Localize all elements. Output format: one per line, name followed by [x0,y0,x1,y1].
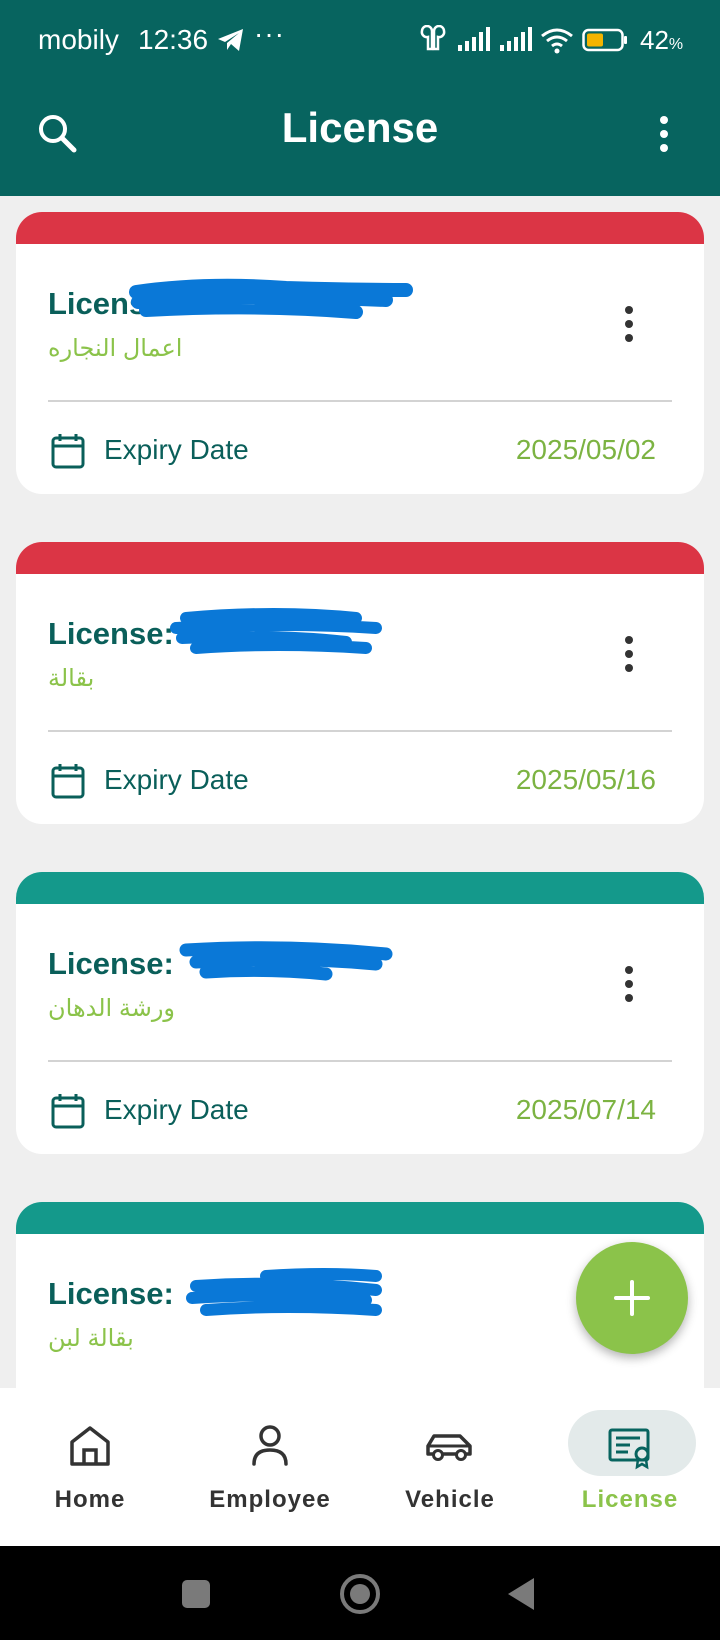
expiry-label: Expiry Date [104,764,249,795]
calendar-icon [51,764,85,799]
telegram-icon [218,29,243,51]
card-menu-icon[interactable] [614,960,644,1008]
signal-icon [458,27,490,51]
divider [48,400,672,402]
nav-label: Home [54,1486,126,1513]
nav-item-employee[interactable]: Employee [180,1388,360,1546]
expiry-date: 2025/05/16 [515,764,656,795]
earbuds-icon [420,25,446,51]
expiry-date: 2025/07/14 [515,1094,656,1125]
bottom-navigation: Home Employee Vehicle License [0,1388,720,1546]
license-activity: بقالة [48,665,95,692]
system-navigation-bar [0,1546,720,1640]
nav-label: Employee [209,1486,331,1513]
home-icon [70,1426,110,1466]
divider [48,1060,672,1062]
app-bar: License [0,80,720,196]
license-card[interactable]: License: ورشة الدهان Expiry Date 2025/07… [16,872,704,1154]
redaction-scribble [129,278,413,319]
license-activity: ورشة الدهان [48,995,175,1022]
recents-button[interactable] [182,1580,210,1608]
carrier-name: mobily [38,24,119,55]
home-button[interactable] [340,1574,380,1614]
add-license-button[interactable] [576,1242,688,1354]
redaction-scribble [179,941,393,981]
license-activity: اعمال النجاره [48,335,183,362]
status-bar: mobily 12:36 ··· 42% [0,0,720,80]
person-icon [252,1425,288,1466]
status-strip [16,872,704,904]
wifi-icon [541,28,573,54]
divider [48,730,672,732]
plus-icon [614,1280,650,1316]
redaction-scribble [186,1268,382,1316]
status-strip [16,212,704,244]
card-menu-icon[interactable] [614,630,644,678]
signal-icon [500,27,532,51]
status-strip [16,542,704,574]
status-strip [16,1202,704,1234]
card-menu-icon[interactable] [614,300,644,348]
calendar-icon [51,1094,85,1129]
nav-item-home[interactable]: Home [0,1388,180,1546]
calendar-icon [51,434,85,469]
overflow-menu-icon[interactable] [646,110,682,158]
redaction-scribble [170,608,382,654]
expiry-label: Expiry Date [104,434,249,465]
expiry-label: Expiry Date [104,1094,249,1125]
status-icons: 42% [418,22,683,58]
clock: 12:36 [138,24,209,55]
nav-label: License [581,1486,679,1513]
page-title: License [281,104,439,151]
car-icon [426,1434,472,1461]
back-button[interactable] [508,1578,534,1610]
license-card[interactable]: License: بقالة Expiry Date 2025/05/16 [16,542,704,824]
nav-label: Vehicle [405,1486,495,1513]
nav-item-vehicle[interactable]: Vehicle [360,1388,540,1546]
certificate-icon [608,1428,650,1470]
license-card[interactable]: License: اعمال النجاره Expiry Date 2025/… [16,212,704,494]
nav-item-license[interactable]: License [540,1388,720,1546]
expiry-date: 2025/05/02 [515,434,656,465]
license-activity: بقالة لبن [48,1325,134,1352]
license-list[interactable]: License: اعمال النجاره Expiry Date 2025/… [0,196,720,1388]
battery-percent: 42% [640,24,684,55]
battery-icon [582,28,627,52]
more-notifications-icon: ··· [254,18,285,49]
